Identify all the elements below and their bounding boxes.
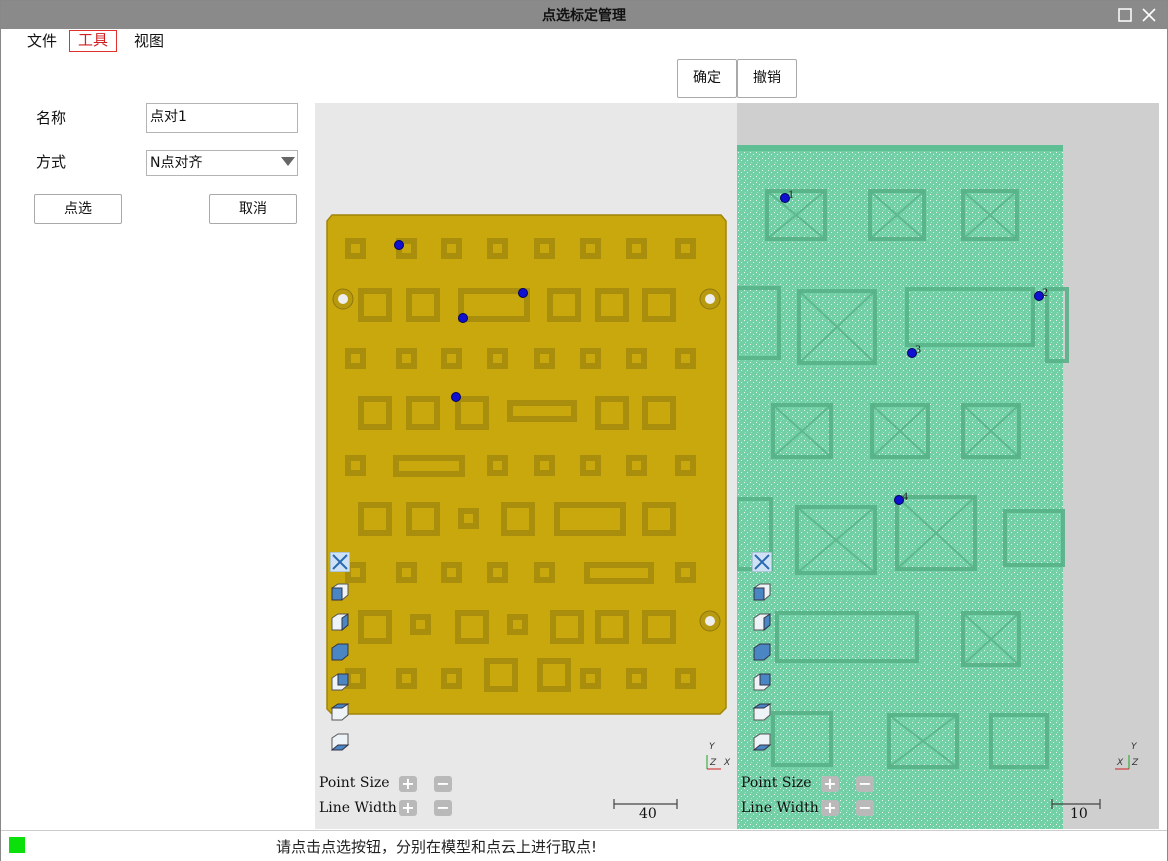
chevron-down-icon bbox=[281, 157, 295, 166]
svg-text:Z: Z bbox=[1131, 758, 1139, 768]
svg-text:X: X bbox=[723, 758, 731, 768]
axes-gizmo: Y Z X bbox=[1115, 742, 1139, 770]
bottom-view-icon[interactable] bbox=[330, 732, 350, 752]
right-view-icon[interactable] bbox=[752, 612, 772, 632]
right-view-icon[interactable] bbox=[330, 612, 350, 632]
close-icon[interactable] bbox=[1139, 5, 1159, 25]
line-width-plus-button[interactable]: + bbox=[821, 800, 839, 816]
svg-text:X: X bbox=[1116, 758, 1124, 768]
status-indicator bbox=[9, 837, 25, 853]
menu-view[interactable]: 视图 bbox=[128, 31, 170, 51]
cloud-viewport[interactable]: Y Z X 1 2 3 4 Point Size + − Line Width … bbox=[737, 103, 1159, 829]
pick-label-4: 4 bbox=[902, 489, 908, 503]
window-title: 点选标定管理 bbox=[542, 8, 626, 24]
status-message: 请点击点选按钮，分别在模型和点云上进行取点! bbox=[276, 838, 598, 856]
line-width-minus-button[interactable]: − bbox=[856, 800, 874, 816]
fit-view-icon[interactable] bbox=[751, 551, 773, 573]
left-view-icon[interactable] bbox=[330, 672, 350, 692]
name-field[interactable]: 点对1 bbox=[146, 103, 298, 133]
axes-gizmo: Y Z X bbox=[706, 742, 731, 770]
scale-label: 10 bbox=[1070, 806, 1088, 822]
bottom-view-icon[interactable] bbox=[752, 732, 772, 752]
menu-tools[interactable]: 工具 bbox=[69, 30, 118, 52]
mode-label: 方式 bbox=[36, 153, 67, 171]
front-view-icon[interactable] bbox=[752, 582, 772, 602]
front-view-icon[interactable] bbox=[330, 582, 350, 602]
status-bar: 请点击点选按钮，分别在模型和点云上进行取点! bbox=[1, 830, 1167, 861]
point-size-label: Point Size bbox=[319, 775, 390, 791]
pick-label-1: 1 bbox=[788, 187, 794, 201]
point-size-plus-button[interactable]: + bbox=[399, 776, 417, 792]
menu-file[interactable]: 文件 bbox=[21, 31, 63, 51]
left-view-icon[interactable] bbox=[752, 672, 772, 692]
pick-button[interactable]: 点选 bbox=[34, 194, 122, 224]
point-size-label: Point Size bbox=[741, 775, 812, 791]
top-view-icon[interactable] bbox=[330, 702, 350, 722]
confirm-button[interactable]: 确定 bbox=[677, 59, 737, 98]
line-width-plus-button[interactable]: + bbox=[399, 800, 417, 816]
model-render: Y Z X bbox=[326, 214, 731, 809]
window: 点选标定管理 文件 工具 视图 确定 撤销 名称 点对1 方式 N点对齐 点选 … bbox=[0, 0, 1168, 861]
fit-view-icon[interactable] bbox=[329, 551, 351, 573]
svg-text:Y: Y bbox=[709, 742, 716, 752]
iso-view-icon[interactable] bbox=[752, 642, 772, 662]
point-size-minus-button[interactable]: − bbox=[856, 776, 874, 792]
mode-select-value: N点对齐 bbox=[150, 155, 203, 171]
svg-text:Z: Z bbox=[709, 758, 717, 768]
top-view-icon[interactable] bbox=[752, 702, 772, 722]
pick-label-3: 3 bbox=[915, 342, 921, 356]
model-viewport[interactable]: Y Z X Point Size + − Line Width + − 40 bbox=[315, 103, 737, 829]
line-width-label: Line Width bbox=[319, 800, 397, 816]
point-cloud-render: Y Z X bbox=[737, 145, 1139, 829]
scale-label: 40 bbox=[639, 806, 657, 822]
maximize-icon[interactable] bbox=[1115, 5, 1135, 25]
title-bar: 点选标定管理 bbox=[1, 1, 1167, 29]
mode-select[interactable]: N点对齐 bbox=[146, 150, 298, 176]
line-width-label: Line Width bbox=[741, 800, 819, 816]
name-label: 名称 bbox=[36, 109, 67, 127]
pick-label-2: 2 bbox=[1042, 285, 1048, 299]
svg-text:Y: Y bbox=[1131, 742, 1138, 752]
line-width-minus-button[interactable]: − bbox=[434, 800, 452, 816]
menu-bar: 文件 工具 视图 bbox=[1, 29, 1167, 53]
cancel-button[interactable]: 取消 bbox=[209, 194, 297, 224]
undo-button[interactable]: 撤销 bbox=[737, 59, 797, 98]
iso-view-icon[interactable] bbox=[330, 642, 350, 662]
point-size-plus-button[interactable]: + bbox=[821, 776, 839, 792]
point-size-minus-button[interactable]: − bbox=[434, 776, 452, 792]
